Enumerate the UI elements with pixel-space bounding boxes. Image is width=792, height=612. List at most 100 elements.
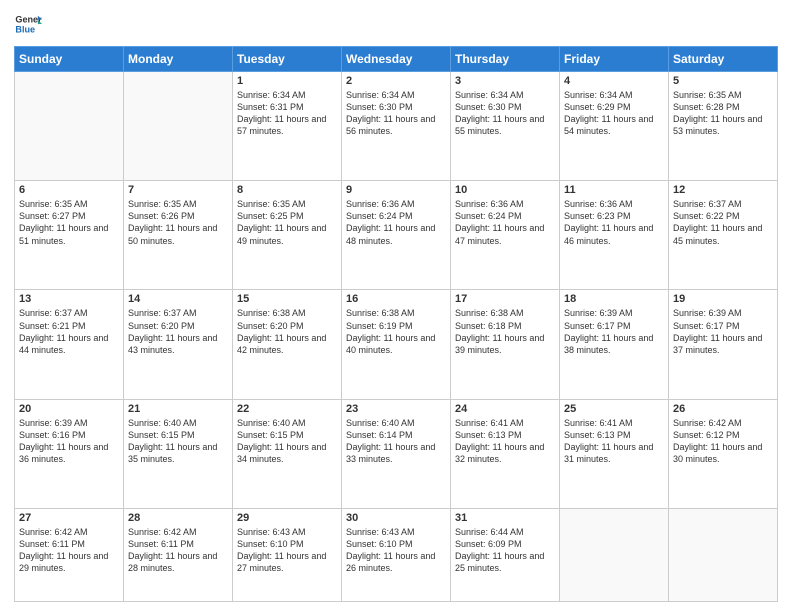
cell-content: Sunrise: 6:34 AMSunset: 6:30 PMDaylight:…	[455, 89, 555, 138]
calendar-week-5: 27 Sunrise: 6:42 AMSunset: 6:11 PMDayligh…	[15, 508, 778, 601]
cell-content: Sunrise: 6:43 AMSunset: 6:10 PMDaylight:…	[346, 526, 446, 575]
calendar-table: SundayMondayTuesdayWednesdayThursdayFrid…	[14, 46, 778, 602]
day-number: 8	[237, 184, 337, 196]
calendar-cell: 31 Sunrise: 6:44 AMSunset: 6:09 PMDayligh…	[451, 508, 560, 601]
day-number: 24	[455, 403, 555, 415]
calendar-cell: 9 Sunrise: 6:36 AMSunset: 6:24 PMDaylight…	[342, 181, 451, 290]
cell-content: Sunrise: 6:35 AMSunset: 6:27 PMDaylight:…	[19, 198, 119, 247]
calendar-week-3: 13 Sunrise: 6:37 AMSunset: 6:21 PMDayligh…	[15, 290, 778, 399]
calendar-cell: 23 Sunrise: 6:40 AMSunset: 6:14 PMDayligh…	[342, 399, 451, 508]
cell-content: Sunrise: 6:34 AMSunset: 6:31 PMDaylight:…	[237, 89, 337, 138]
cell-content: Sunrise: 6:40 AMSunset: 6:14 PMDaylight:…	[346, 417, 446, 466]
calendar-cell: 8 Sunrise: 6:35 AMSunset: 6:25 PMDaylight…	[233, 181, 342, 290]
calendar-cell: 27 Sunrise: 6:42 AMSunset: 6:11 PMDayligh…	[15, 508, 124, 601]
calendar-cell	[124, 72, 233, 181]
calendar-cell: 21 Sunrise: 6:40 AMSunset: 6:15 PMDayligh…	[124, 399, 233, 508]
calendar-cell: 13 Sunrise: 6:37 AMSunset: 6:21 PMDayligh…	[15, 290, 124, 399]
calendar-cell: 29 Sunrise: 6:43 AMSunset: 6:10 PMDayligh…	[233, 508, 342, 601]
calendar-cell: 19Sunrise: 6:39 AMSunset: 6:17 PMDayligh…	[669, 290, 778, 399]
cell-content: Sunrise: 6:34 AMSunset: 6:29 PMDaylight:…	[564, 89, 664, 138]
day-number: 7	[128, 184, 228, 196]
day-number: 3	[455, 75, 555, 87]
cell-content: Sunrise: 6:36 AMSunset: 6:24 PMDaylight:…	[346, 198, 446, 247]
day-number: 31	[455, 512, 555, 524]
day-number: 14	[128, 293, 228, 305]
cell-content: Sunrise: 6:43 AMSunset: 6:10 PMDaylight:…	[237, 526, 337, 575]
cell-content: Sunrise: 6:42 AMSunset: 6:11 PMDaylight:…	[128, 526, 228, 575]
svg-text:Blue: Blue	[15, 24, 35, 34]
cell-content: Sunrise: 6:40 AMSunset: 6:15 PMDaylight:…	[237, 417, 337, 466]
calendar-cell: 22 Sunrise: 6:40 AMSunset: 6:15 PMDayligh…	[233, 399, 342, 508]
cell-content: Sunrise: 6:36 AMSunset: 6:23 PMDaylight:…	[564, 198, 664, 247]
day-number: 13	[19, 293, 119, 305]
day-number: 21	[128, 403, 228, 415]
cell-content: Sunrise: 6:41 AMSunset: 6:13 PMDaylight:…	[455, 417, 555, 466]
day-number: 19	[673, 293, 773, 305]
weekday-header-friday: Friday	[560, 47, 669, 72]
day-number: 2	[346, 75, 446, 87]
day-number: 11	[564, 184, 664, 196]
day-number: 20	[19, 403, 119, 415]
calendar-week-4: 20 Sunrise: 6:39 AMSunset: 6:16 PMDayligh…	[15, 399, 778, 508]
weekday-header-sunday: Sunday	[15, 47, 124, 72]
cell-content: Sunrise: 6:35 AMSunset: 6:25 PMDaylight:…	[237, 198, 337, 247]
cell-content: Sunrise: 6:39 AMSunset: 6:16 PMDaylight:…	[19, 417, 119, 466]
calendar-cell: 26Sunrise: 6:42 AMSunset: 6:12 PMDayligh…	[669, 399, 778, 508]
cell-content: Sunrise: 6:41 AMSunset: 6:13 PMDaylight:…	[564, 417, 664, 466]
day-number: 12	[673, 184, 773, 196]
cell-content: Sunrise: 6:42 AMSunset: 6:11 PMDaylight:…	[19, 526, 119, 575]
cell-content: Sunrise: 6:34 AMSunset: 6:30 PMDaylight:…	[346, 89, 446, 138]
cell-content: Sunrise: 6:38 AMSunset: 6:19 PMDaylight:…	[346, 307, 446, 356]
calendar-cell: 10Sunrise: 6:36 AMSunset: 6:24 PMDayligh…	[451, 181, 560, 290]
day-number: 6	[19, 184, 119, 196]
calendar-cell: 18 Sunrise: 6:39 AMSunset: 6:17 PMDayligh…	[560, 290, 669, 399]
calendar-cell: 25Sunrise: 6:41 AMSunset: 6:13 PMDayligh…	[560, 399, 669, 508]
header: General Blue	[14, 10, 778, 38]
day-number: 29	[237, 512, 337, 524]
calendar-week-1: 1Sunrise: 6:34 AMSunset: 6:31 PMDaylight…	[15, 72, 778, 181]
weekday-header-row: SundayMondayTuesdayWednesdayThursdayFrid…	[15, 47, 778, 72]
calendar-cell: 1Sunrise: 6:34 AMSunset: 6:31 PMDaylight…	[233, 72, 342, 181]
calendar-cell: 7 Sunrise: 6:35 AMSunset: 6:26 PMDaylight…	[124, 181, 233, 290]
calendar-cell: 16 Sunrise: 6:38 AMSunset: 6:19 PMDayligh…	[342, 290, 451, 399]
calendar-cell: 3 Sunrise: 6:34 AMSunset: 6:30 PMDaylight…	[451, 72, 560, 181]
day-number: 22	[237, 403, 337, 415]
day-number: 4	[564, 75, 664, 87]
cell-content: Sunrise: 6:36 AMSunset: 6:24 PMDaylight:…	[455, 198, 555, 247]
cell-content: Sunrise: 6:40 AMSunset: 6:15 PMDaylight:…	[128, 417, 228, 466]
calendar-cell: 11 Sunrise: 6:36 AMSunset: 6:23 PMDayligh…	[560, 181, 669, 290]
weekday-header-wednesday: Wednesday	[342, 47, 451, 72]
day-number: 30	[346, 512, 446, 524]
day-number: 17	[455, 293, 555, 305]
cell-content: Sunrise: 6:35 AMSunset: 6:28 PMDaylight:…	[673, 89, 773, 138]
cell-content: Sunrise: 6:37 AMSunset: 6:20 PMDaylight:…	[128, 307, 228, 356]
calendar-week-2: 6 Sunrise: 6:35 AMSunset: 6:27 PMDaylight…	[15, 181, 778, 290]
calendar-cell: 14 Sunrise: 6:37 AMSunset: 6:20 PMDayligh…	[124, 290, 233, 399]
weekday-header-saturday: Saturday	[669, 47, 778, 72]
logo: General Blue	[14, 10, 42, 38]
calendar-cell: 15Sunrise: 6:38 AMSunset: 6:20 PMDayligh…	[233, 290, 342, 399]
weekday-header-thursday: Thursday	[451, 47, 560, 72]
weekday-header-monday: Monday	[124, 47, 233, 72]
day-number: 28	[128, 512, 228, 524]
logo-icon: General Blue	[14, 10, 42, 38]
day-number: 27	[19, 512, 119, 524]
day-number: 18	[564, 293, 664, 305]
cell-content: Sunrise: 6:37 AMSunset: 6:21 PMDaylight:…	[19, 307, 119, 356]
cell-content: Sunrise: 6:39 AMSunset: 6:17 PMDaylight:…	[564, 307, 664, 356]
calendar-cell	[669, 508, 778, 601]
cell-content: Sunrise: 6:44 AMSunset: 6:09 PMDaylight:…	[455, 526, 555, 575]
calendar-cell: 5Sunrise: 6:35 AMSunset: 6:28 PMDaylight…	[669, 72, 778, 181]
calendar-cell: 24 Sunrise: 6:41 AMSunset: 6:13 PMDayligh…	[451, 399, 560, 508]
cell-content: Sunrise: 6:35 AMSunset: 6:26 PMDaylight:…	[128, 198, 228, 247]
day-number: 23	[346, 403, 446, 415]
day-number: 16	[346, 293, 446, 305]
cell-content: Sunrise: 6:42 AMSunset: 6:12 PMDaylight:…	[673, 417, 773, 466]
day-number: 9	[346, 184, 446, 196]
calendar-cell: 30 Sunrise: 6:43 AMSunset: 6:10 PMDayligh…	[342, 508, 451, 601]
page: General Blue SundayMondayTuesdayWednesda…	[0, 0, 792, 612]
calendar-cell: 2 Sunrise: 6:34 AMSunset: 6:30 PMDaylight…	[342, 72, 451, 181]
weekday-header-tuesday: Tuesday	[233, 47, 342, 72]
calendar-cell: 17Sunrise: 6:38 AMSunset: 6:18 PMDayligh…	[451, 290, 560, 399]
calendar-cell	[560, 508, 669, 601]
